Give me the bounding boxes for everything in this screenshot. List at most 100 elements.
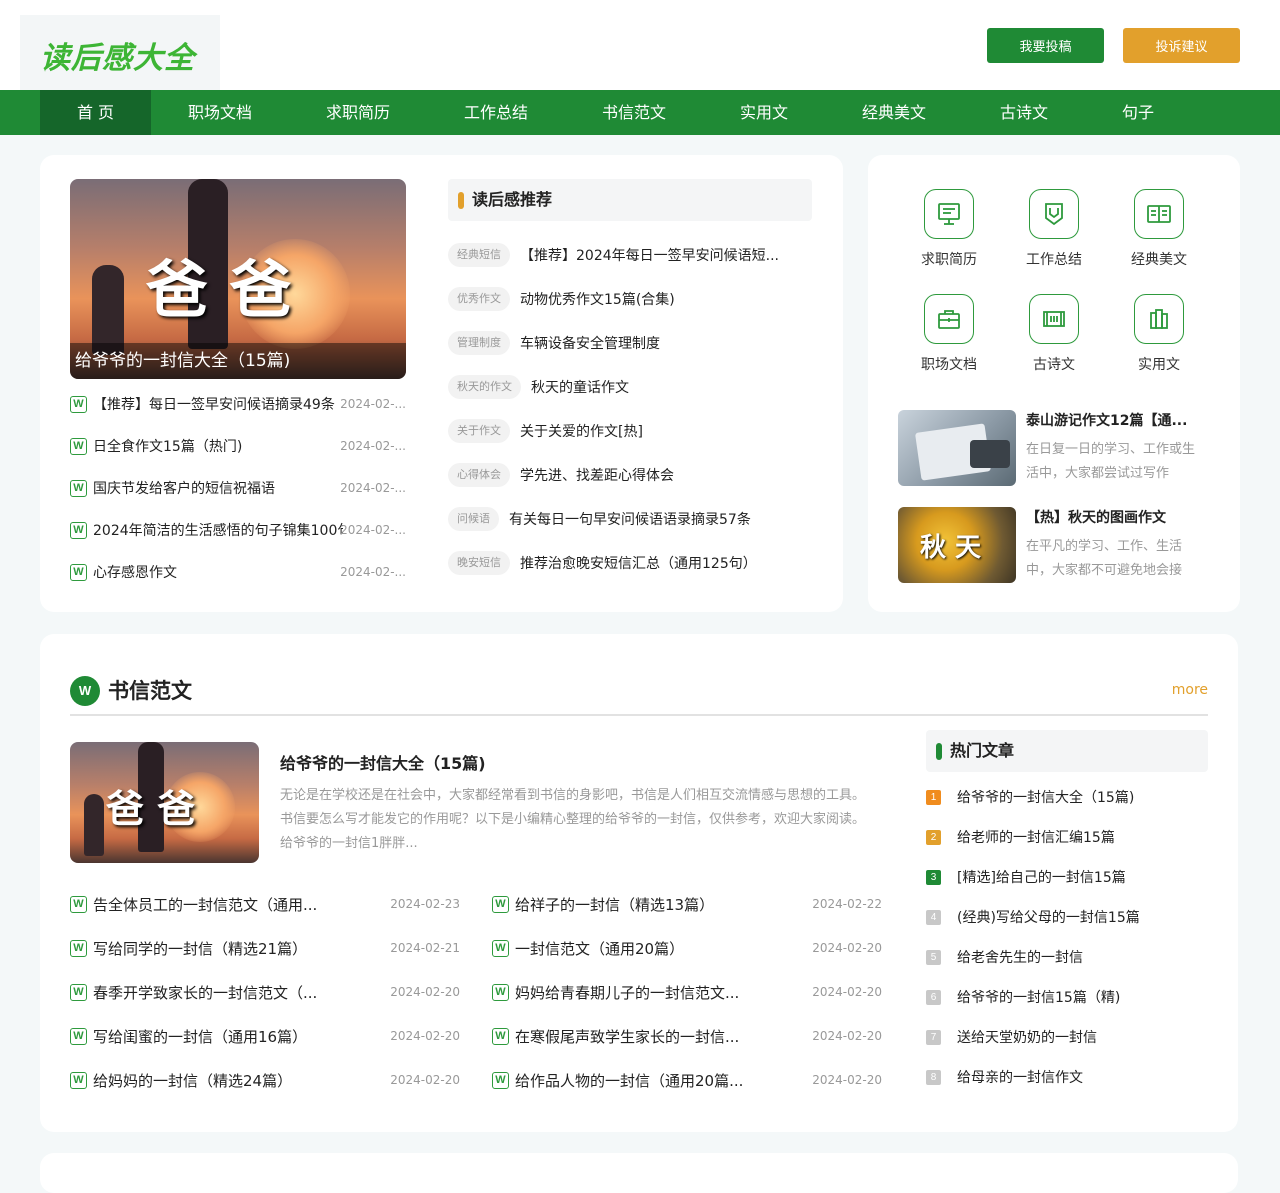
list-item-title[interactable]: 动物优秀作文15篇(合集) [520, 289, 675, 309]
hot-item-title[interactable]: 送给天堂奶奶的一封信 [957, 1027, 1097, 1047]
category-essays[interactable]: 经典美文 [1114, 189, 1204, 269]
list-item[interactable]: W 写给同学的一封信（精选21篇） 2024-02-21 [70, 926, 460, 970]
list-item-title[interactable]: 一封信范文（通用20篇） [515, 938, 785, 959]
category-tag[interactable]: 晚安短信 [448, 551, 510, 575]
hot-item[interactable]: 5 给老舍先生的一封信 [926, 937, 1208, 977]
hot-item-title[interactable]: 给母亲的一封信作文 [957, 1067, 1083, 1087]
hot-item[interactable]: 3 [精选]给自己的一封信15篇 [926, 857, 1208, 897]
side-article[interactable]: 秋 天 【热】秋天的图画作文 在平凡的学习、工作、生活中，大家都不可避免地会接 [898, 507, 1208, 583]
logo[interactable]: 读后感大全 [20, 15, 220, 90]
featured-image[interactable]: 爸 爸 [70, 742, 259, 863]
category-tag[interactable]: 优秀作文 [448, 287, 510, 311]
article-thumbnail[interactable]: 秋 天 [898, 507, 1016, 583]
list-item-title[interactable]: 日全食作文15篇（热门) [93, 436, 343, 456]
hot-item[interactable]: 2 给老师的一封信汇编15篇 [926, 817, 1208, 857]
nav-item-practical[interactable]: 实用文 [709, 90, 819, 135]
complaint-button[interactable]: 投诉建议 [1123, 28, 1240, 63]
category-tag[interactable]: 管理制度 [448, 331, 510, 355]
category-label[interactable]: 古诗文 [1009, 354, 1099, 374]
list-item-title[interactable]: 关于关爱的作文[热] [520, 421, 643, 441]
list-item-title[interactable]: 在寒假尾声致学生家长的一封信... [515, 1026, 785, 1047]
category-label[interactable]: 求职简历 [904, 249, 994, 269]
nav-item-workplace[interactable]: 职场文档 [165, 90, 275, 135]
article-thumbnail[interactable] [898, 410, 1016, 486]
nav-item-resume[interactable]: 求职简历 [303, 90, 413, 135]
list-item[interactable]: W 【推荐】每日一签早安问候语摘录49条 2024-02-... [70, 383, 406, 425]
list-item-title[interactable]: 2024年简洁的生活感悟的句子锦集100句 [93, 520, 343, 540]
hot-item-title[interactable]: 给爷爷的一封信15篇（精) [957, 987, 1120, 1007]
category-label[interactable]: 实用文 [1114, 354, 1204, 374]
side-article[interactable]: 泰山游记作文12篇【通... 在日复一日的学习、工作或生活中，大家都尝试过写作 [898, 410, 1208, 486]
nav-item-sentences[interactable]: 句子 [1083, 90, 1193, 135]
category-label[interactable]: 工作总结 [1009, 249, 1099, 269]
more-link[interactable]: more [1172, 682, 1208, 698]
hot-item-title[interactable]: 给老舍先生的一封信 [957, 947, 1083, 967]
logo-text[interactable]: 读后感大全 [40, 33, 195, 77]
list-item-title[interactable]: 妈妈给青春期儿子的一封信范文... [515, 982, 785, 1003]
list-item-title[interactable]: 国庆节发给客户的短信祝福语 [93, 478, 343, 498]
list-item[interactable]: W 心存感恩作文 2024-02-... [70, 551, 406, 593]
category-label[interactable]: 职场文档 [904, 354, 994, 374]
list-item-title[interactable]: 给作品人物的一封信（通用20篇... [515, 1070, 785, 1091]
hot-item-title[interactable]: 给爷爷的一封信大全（15篇) [957, 787, 1134, 807]
list-item[interactable]: W 2024年简洁的生活感悟的句子锦集100句 2024-02-... [70, 509, 406, 551]
article-title[interactable]: 【热】秋天的图画作文 [1026, 507, 1201, 527]
category-resume[interactable]: 求职简历 [904, 189, 994, 269]
list-item-title[interactable]: 给妈妈的一封信（精选24篇） [93, 1070, 363, 1091]
hero-caption[interactable]: 给爷爷的一封信大全（15篇) [70, 343, 406, 379]
category-tag[interactable]: 心得体会 [448, 463, 510, 487]
list-item-title[interactable]: 秋天的童话作文 [531, 377, 629, 397]
hot-item[interactable]: 4 (经典)写给父母的一封信15篇 [926, 897, 1208, 937]
list-item-title[interactable]: 车辆设备安全管理制度 [520, 333, 660, 353]
list-item[interactable]: 管理制度 车辆设备安全管理制度 [448, 321, 812, 365]
hero-banner[interactable]: 爸 爸 给爷爷的一封信大全（15篇) [70, 179, 406, 379]
list-item-title[interactable]: 写给闺蜜的一封信（通用16篇） [93, 1026, 363, 1047]
list-item-title[interactable]: 学先进、找差距心得体会 [520, 465, 674, 485]
list-item[interactable]: 晚安短信 推荐治愈晚安短信汇总（通用125句） [448, 541, 812, 585]
hot-item-title[interactable]: 给老师的一封信汇编15篇 [957, 827, 1115, 847]
category-tag[interactable]: 问候语 [448, 507, 499, 531]
category-tag[interactable]: 秋天的作文 [448, 375, 521, 399]
list-item[interactable]: W 妈妈给青春期儿子的一封信范文... 2024-02-20 [492, 970, 882, 1014]
hot-item-title[interactable]: (经典)写给父母的一封信15篇 [957, 907, 1140, 927]
list-item[interactable]: W 给作品人物的一封信（通用20篇... 2024-02-20 [492, 1058, 882, 1102]
list-item-title[interactable]: 【推荐】每日一签早安问候语摘录49条 [93, 394, 343, 414]
article-title[interactable]: 泰山游记作文12篇【通... [1026, 410, 1201, 430]
list-item[interactable]: 经典短信 【推荐】2024年每日一签早安问候语短... [448, 233, 812, 277]
nav-item-summary[interactable]: 工作总结 [441, 90, 551, 135]
list-item-title[interactable]: 心存感恩作文 [93, 562, 343, 582]
list-item[interactable]: 优秀作文 动物优秀作文15篇(合集) [448, 277, 812, 321]
hot-item[interactable]: 6 给爷爷的一封信15篇（精) [926, 977, 1208, 1017]
nav-item-essays[interactable]: 经典美文 [839, 90, 949, 135]
list-item-title[interactable]: 【推荐】2024年每日一签早安问候语短... [520, 245, 779, 265]
nav-item-letters[interactable]: 书信范文 [579, 90, 689, 135]
list-item-title[interactable]: 有关每日一句早安问候语语录摘录57条 [509, 509, 751, 529]
list-item[interactable]: W 春季开学致家长的一封信范文（... 2024-02-20 [70, 970, 460, 1014]
category-tag[interactable]: 关于作文 [448, 419, 510, 443]
list-item[interactable]: W 日全食作文15篇（热门) 2024-02-... [70, 425, 406, 467]
list-item[interactable]: W 一封信范文（通用20篇） 2024-02-20 [492, 926, 882, 970]
hot-item-title[interactable]: [精选]给自己的一封信15篇 [957, 867, 1126, 887]
list-item[interactable]: 问候语 有关每日一句早安问候语语录摘录57条 [448, 497, 812, 541]
list-item[interactable]: 秋天的作文 秋天的童话作文 [448, 365, 812, 409]
list-item[interactable]: W 在寒假尾声致学生家长的一封信... 2024-02-20 [492, 1014, 882, 1058]
nav-item-poetry[interactable]: 古诗文 [969, 90, 1079, 135]
list-item[interactable]: W 给祥子的一封信（精选13篇） 2024-02-22 [492, 882, 882, 926]
category-label[interactable]: 经典美文 [1114, 249, 1204, 269]
list-item-title[interactable]: 春季开学致家长的一封信范文（... [93, 982, 363, 1003]
featured-title[interactable]: 给爷爷的一封信大全（15篇) [280, 750, 486, 774]
list-item-title[interactable]: 给祥子的一封信（精选13篇） [515, 894, 785, 915]
category-practical[interactable]: 实用文 [1114, 294, 1204, 374]
hot-item[interactable]: 8 给母亲的一封信作文 [926, 1057, 1208, 1097]
list-item[interactable]: W 国庆节发给客户的短信祝福语 2024-02-... [70, 467, 406, 509]
list-item[interactable]: W 告全体员工的一封信范文（通用... 2024-02-23 [70, 882, 460, 926]
category-workplace[interactable]: 职场文档 [904, 294, 994, 374]
category-tag[interactable]: 经典短信 [448, 243, 510, 267]
list-item-title[interactable]: 推荐治愈晚安短信汇总（通用125句） [520, 553, 757, 573]
submit-article-button[interactable]: 我要投稿 [987, 28, 1104, 63]
list-item[interactable]: W 给妈妈的一封信（精选24篇） 2024-02-20 [70, 1058, 460, 1102]
hot-item[interactable]: 1 给爷爷的一封信大全（15篇) [926, 777, 1208, 817]
list-item[interactable]: W 写给闺蜜的一封信（通用16篇） 2024-02-20 [70, 1014, 460, 1058]
list-item[interactable]: 关于作文 关于关爱的作文[热] [448, 409, 812, 453]
list-item-title[interactable]: 写给同学的一封信（精选21篇） [93, 938, 363, 959]
